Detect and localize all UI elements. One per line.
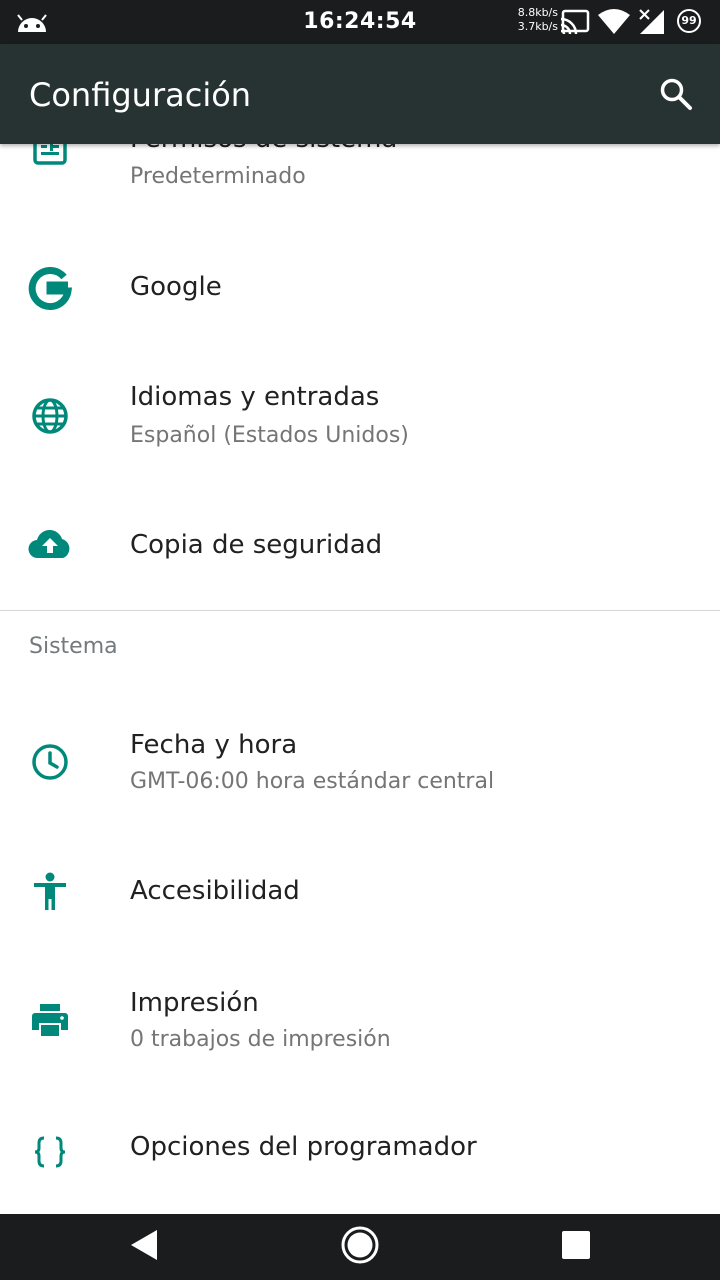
speed-up: 3.7kb/s [517, 20, 558, 33]
settings-item-languages[interactable]: Idiomas y entradas Español (Estados Unid… [0, 344, 720, 484]
settings-item-printing[interactable]: Impresión 0 trabajos de impresión [0, 950, 720, 1090]
settings-item-summary: GMT-06:00 hora estándar central [130, 769, 495, 794]
system-apps-icon [26, 144, 74, 172]
back-icon [129, 1229, 159, 1265]
app-bar: Configuración [0, 44, 720, 144]
navigation-bar [0, 1214, 720, 1280]
settings-item-summary: 0 trabajos de impresión [130, 1027, 391, 1052]
accessibility-icon [26, 868, 74, 916]
settings-item-google[interactable]: Google [0, 234, 720, 344]
globe-icon [26, 392, 74, 440]
google-icon [26, 265, 74, 313]
wifi-icon [597, 9, 631, 39]
status-bar: 16:24:54 8.8kb/s 3.7kb/s 99 [0, 0, 720, 44]
back-button[interactable] [120, 1223, 168, 1271]
section-header-system: Sistema [29, 634, 118, 659]
settings-item-title: Fecha y hora [130, 730, 298, 760]
battery-badge: 99 [677, 9, 701, 33]
network-speed: 8.8kb/s 3.7kb/s [508, 6, 558, 34]
settings-item-date-time[interactable]: Fecha y hora GMT-06:00 hora estándar cen… [0, 694, 720, 834]
cast-icon [560, 9, 590, 39]
settings-item-summary: Español (Estados Unidos) [130, 423, 409, 448]
search-icon [659, 77, 693, 115]
settings-item-title: Accesibilidad [130, 876, 300, 906]
cloud-upload-icon [26, 521, 74, 569]
clock-icon [26, 738, 74, 786]
search-button[interactable] [652, 72, 700, 120]
section-divider [0, 610, 720, 611]
settings-item-system-permissions[interactable]: Permisos de sistema Predeterminado [0, 144, 720, 234]
settings-item-backup[interactable]: Copia de seguridad [0, 484, 720, 610]
settings-item-title: Copia de seguridad [130, 530, 383, 560]
code-braces-icon [26, 1128, 74, 1176]
settings-item-title: Impresión [130, 988, 259, 1018]
settings-item-title: Idiomas y entradas [130, 382, 380, 412]
recents-icon [561, 1230, 591, 1264]
printer-icon [26, 996, 74, 1044]
settings-item-title: Google [130, 272, 222, 302]
home-icon [340, 1225, 380, 1269]
settings-item-summary: Predeterminado [130, 164, 306, 189]
home-button[interactable] [336, 1223, 384, 1271]
speed-down: 8.8kb/s [517, 6, 558, 19]
settings-item-title: Permisos de sistema [130, 144, 397, 154]
recents-button[interactable] [552, 1223, 600, 1271]
page-title: Configuración [29, 76, 252, 114]
settings-list: Permisos de sistema Predeterminado Googl… [0, 144, 720, 1214]
settings-item-developer-options[interactable]: Opciones del programador [0, 1090, 720, 1214]
settings-item-title: Opciones del programador [130, 1132, 477, 1162]
settings-item-accessibility[interactable]: Accesibilidad [0, 834, 720, 950]
signal-icon [638, 9, 666, 39]
